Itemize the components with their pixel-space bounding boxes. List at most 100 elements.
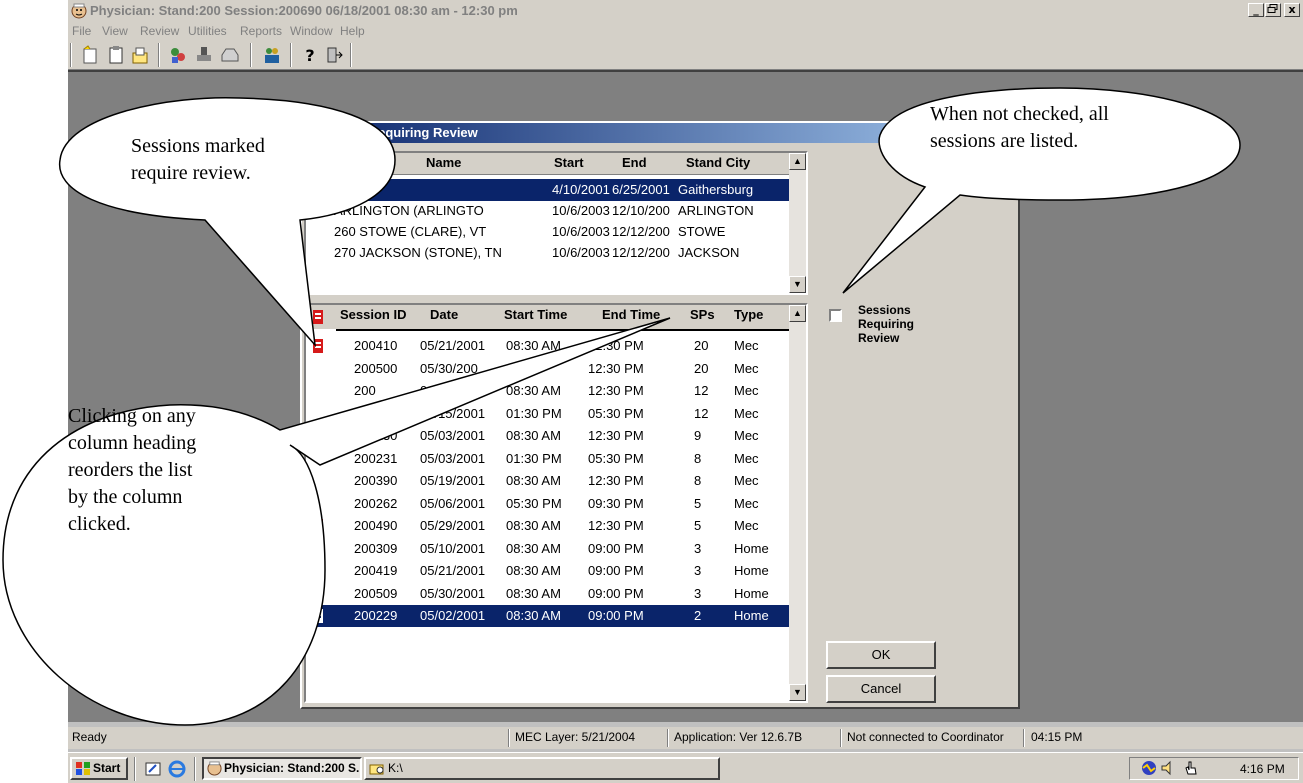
session-cell-end: 12:30 PM	[588, 360, 644, 376]
session-cell-type: Home	[734, 540, 769, 556]
physician-app-icon	[71, 3, 87, 19]
sessions-requiring-review-checkbox[interactable]	[829, 309, 842, 322]
scroll-up-arrow-icon[interactable]: ▲	[789, 153, 806, 170]
session-row[interactable]: 200 01 08:30 AM 12:30 PM 12 Mec	[306, 380, 792, 402]
menu-review[interactable]: Review	[140, 24, 179, 38]
col-head-end[interactable]: End	[622, 155, 647, 170]
status-application: Application: Ver 12.6.7B	[674, 730, 803, 744]
col-head-end-time[interactable]: End Time	[602, 307, 660, 322]
scroll-down-arrow-icon[interactable]: ▼	[789, 684, 806, 701]
session-row[interactable]: 200309 05/10/2001 08:30 AM 09:00 PM 3 Home	[306, 538, 792, 560]
callout-line: column heading	[68, 432, 197, 454]
sessions-scrollbar[interactable]: ▲ ▼	[789, 305, 806, 701]
task-physician[interactable]: Physician: Stand:200 S...	[202, 757, 362, 780]
col-head-date[interactable]: Date	[430, 307, 458, 322]
col-head-session-id[interactable]: Session ID	[340, 307, 406, 322]
session-cell-start: 08:30 AM	[506, 518, 561, 533]
menu-help[interactable]: Help	[340, 24, 365, 38]
sessions-list[interactable]: Session ID Date Start Time End Time SPs …	[304, 303, 808, 703]
inbox-icon[interactable]	[220, 45, 240, 65]
status-ready: Ready	[72, 730, 107, 744]
menu-view[interactable]: View	[102, 24, 128, 38]
session-cell-date: 05/30/2001	[420, 585, 486, 601]
scroll-up-arrow-icon[interactable]: ▲	[789, 305, 806, 322]
internet-explorer-icon[interactable]	[168, 760, 186, 778]
session-cell-type: Mec	[734, 383, 759, 398]
stands-scrollbar[interactable]: ▲ ▼	[789, 153, 806, 293]
session-cell-type: Mec	[734, 495, 759, 511]
people-icon[interactable]	[262, 45, 282, 65]
session-row[interactable]: 200230 05/03/2001 08:30 AM 12:30 PM 9 Mec	[306, 425, 792, 447]
network-icon[interactable]	[1140, 760, 1158, 776]
stand-cell-start: 4/10/2001	[552, 182, 610, 197]
speaker-icon[interactable]	[1160, 760, 1178, 776]
review-flag-header-icon[interactable]	[312, 309, 324, 325]
session-row[interactable]: 200229 05/02/2001 08:30 AM 09:00 PM 2 Home	[306, 605, 792, 627]
stand-row[interactable]: ARLINGTON (ARLINGTO 10/6/2003 12/10/200 ARL…	[306, 200, 792, 222]
menu-utilities[interactable]: Utilities	[188, 24, 227, 38]
stands-list[interactable]: Name Start End Stand City g 4/10/2001 6/25…	[304, 151, 808, 295]
stand-row[interactable]: 270 JACKSON (STONE), TN 10/6/2003 12/12/20…	[306, 242, 792, 264]
session-cell-sps: 20	[694, 338, 709, 353]
taskbar: Start Physician: Stand:200 S... K:\ 4:16…	[68, 752, 1303, 783]
session-cell-end: 09:00 PM	[588, 563, 644, 578]
session-cell-end: 12:30 PM	[588, 473, 644, 488]
restore-button[interactable]	[1265, 3, 1281, 17]
header-underline	[336, 329, 792, 331]
col-head-stand-city[interactable]: Stand City	[686, 155, 750, 170]
session-cell-sps: 3	[694, 585, 702, 601]
new-icon[interactable]	[80, 45, 100, 65]
menu-file[interactable]: File	[72, 24, 91, 38]
session-row[interactable]: 200419 05/21/2001 08:30 AM 09:00 PM 3 Home	[306, 560, 792, 582]
clipboard-icon[interactable]	[106, 45, 126, 65]
col-head-type[interactable]: Type	[734, 307, 763, 322]
exit-icon[interactable]	[324, 45, 344, 65]
col-head-start[interactable]: Start	[554, 155, 584, 170]
restore-icon	[1267, 4, 1278, 13]
sessions-requiring-review-label[interactable]: Sessions Requiring Review	[858, 303, 914, 345]
session-cell-date: 05/21/2001	[420, 338, 486, 353]
hand-pointer-icon[interactable]	[1182, 760, 1200, 776]
session-row[interactable]: 200490 05/29/2001 08:30 AM 12:30 PM 5 Mec	[306, 515, 792, 537]
session-cell-start: 08:30 AM	[506, 338, 561, 353]
menu-window[interactable]: Window	[290, 24, 333, 38]
session-row[interactable]: 05/15/2001 01:30 PM 05:30 PM 12 Mec	[306, 403, 792, 425]
session-row[interactable]: 200509 05/30/2001 08:30 AM 09:00 PM 3 Home	[306, 583, 792, 605]
toolbar-grip	[70, 43, 72, 67]
session-cell-end: 05:30 PM	[588, 450, 644, 466]
stamp-icon[interactable]	[194, 45, 214, 65]
dialog-title-bar[interactable]: Sessions Requiring Review	[302, 123, 1018, 143]
session-cell-sps: 5	[694, 518, 702, 533]
session-cell-end: 12:30 PM	[588, 338, 644, 353]
col-head-sps[interactable]: SPs	[690, 307, 715, 322]
help-icon[interactable]: ?	[300, 45, 320, 65]
session-row[interactable]: 200262 05/06/2001 05:30 PM 09:30 PM 5 Mec	[306, 493, 792, 515]
status-time: 04:15 PM	[1031, 730, 1083, 744]
col-head-start-time[interactable]: Start Time	[504, 307, 567, 322]
cancel-button[interactable]: Cancel	[826, 675, 936, 703]
stand-row[interactable]: 260 STOWE (CLARE), VT 10/6/2003 12/12/200 S…	[306, 221, 792, 243]
group-icon[interactable]	[168, 45, 188, 65]
col-head-name[interactable]: Name	[426, 155, 461, 170]
stand-cell-start: 10/6/2003	[552, 224, 610, 239]
minimize-button[interactable]: _	[1248, 3, 1264, 17]
start-button[interactable]: Start	[70, 757, 128, 780]
task-explorer-k[interactable]: K:\	[364, 757, 720, 780]
title-bar[interactable]: Physician: Stand:200 Session:200690 06/1…	[68, 0, 1303, 22]
status-divider	[508, 729, 510, 747]
session-row[interactable]: 200410 05/21/2001 08:30 AM 12:30 PM 20 Mec	[306, 335, 792, 357]
folder-search-icon	[369, 764, 384, 775]
open-icon[interactable]	[130, 45, 150, 65]
stand-cell-city: Gaithersburg	[678, 182, 754, 197]
show-desktop-icon[interactable]	[144, 760, 162, 778]
scroll-down-arrow-icon[interactable]: ▼	[789, 276, 806, 293]
close-button[interactable]: x	[1284, 3, 1300, 17]
session-row[interactable]: 200231 05/03/2001 01:30 PM 05:30 PM 8 Mec	[306, 448, 792, 470]
session-cell-start: 01:30 PM	[506, 450, 562, 466]
session-row[interactable]: 200390 05/19/2001 08:30 AM 12:30 PM 8 Mec	[306, 470, 792, 492]
session-cell-start: 05:30 PM	[506, 495, 562, 511]
stand-row[interactable]: g 4/10/2001 6/25/2001 Gaithersburg	[306, 179, 792, 201]
session-row[interactable]: 200500 05/30/200 AM 12:30 PM 20 Mec	[306, 358, 792, 380]
menu-reports[interactable]: Reports	[240, 24, 282, 38]
ok-button[interactable]: OK	[826, 641, 936, 669]
